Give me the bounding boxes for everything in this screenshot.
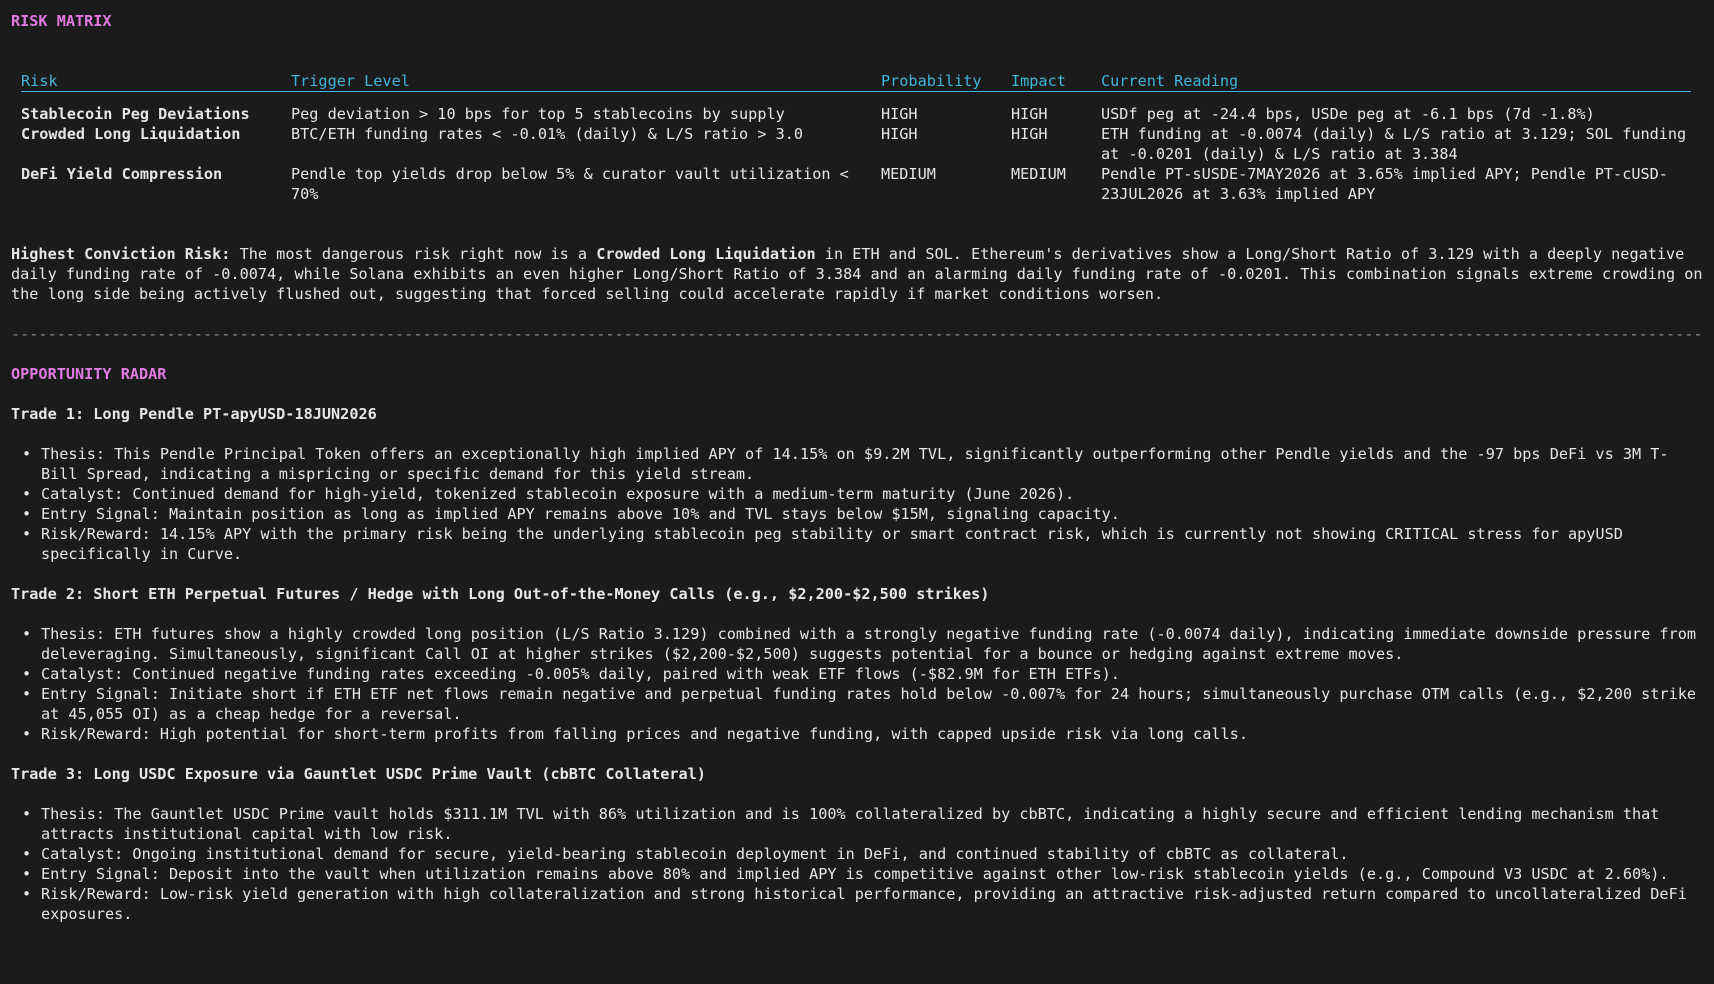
list-item: • Risk/Reward: Low-risk yield generation … xyxy=(11,884,1703,924)
opportunity-radar-title: OPPORTUNITY RADAR xyxy=(11,365,167,383)
table-row: DeFi Yield Compression Pendle top yields… xyxy=(21,164,1691,204)
conviction-label: Highest Conviction Risk: xyxy=(11,245,231,263)
list-item: • Thesis: This Pendle Principal Token off… xyxy=(11,444,1703,484)
row-trigger: BTC/ETH funding rates < -0.01% (daily) &… xyxy=(291,125,804,143)
bullet-icon: • xyxy=(22,805,32,823)
row-impact: MEDIUM xyxy=(1011,165,1066,183)
row-risk: Crowded Long Liquidation xyxy=(21,125,241,143)
list-item: • Entry Signal: Maintain position as long… xyxy=(11,504,1703,524)
list-item: • Risk/Reward: 14.15% APY with the primar… xyxy=(11,524,1703,564)
row-current-reading: ETH funding at -0.0074 (daily) & L/S rat… xyxy=(1101,125,1687,163)
list-item: • Thesis: ETH futures show a highly crowd… xyxy=(11,624,1703,664)
risk-matrix-title: RISK MATRIX xyxy=(11,12,112,30)
row-current-reading: Pendle PT-sUSDE-7MAY2026 at 3.65% implie… xyxy=(1101,165,1668,203)
risk-table: Risk Trigger Level Probability Impact Cu… xyxy=(21,71,1691,204)
header-risk: Risk xyxy=(21,72,58,90)
section-divider: ----------------------------------------… xyxy=(11,325,1703,343)
list-item: • Risk/Reward: High potential for short-t… xyxy=(11,724,1703,744)
bullet-icon: • xyxy=(22,445,32,463)
trade-bullet-list: • Thesis: The Gauntlet USDC Prime vault h… xyxy=(11,804,1703,924)
row-probability: HIGH xyxy=(881,125,918,143)
bullet-text: Thesis: This Pendle Principal Token offe… xyxy=(41,445,1669,483)
bullet-icon: • xyxy=(22,865,32,883)
highest-conviction-risk: Highest Conviction Risk: The most danger… xyxy=(11,244,1703,304)
bullet-text: Catalyst: Ongoing institutional demand f… xyxy=(41,845,1349,863)
table-row: Stablecoin Peg Deviations Peg deviation … xyxy=(21,104,1691,124)
row-risk: DeFi Yield Compression xyxy=(21,165,223,183)
bullet-icon: • xyxy=(22,525,32,543)
bullet-icon: • xyxy=(22,625,32,643)
bullet-icon: • xyxy=(22,885,32,903)
header-rule xyxy=(21,91,1691,92)
bullet-text: Risk/Reward: Low-risk yield generation w… xyxy=(41,885,1687,923)
header-probability: Probability xyxy=(881,72,982,90)
row-impact: HIGH xyxy=(1011,125,1048,143)
header-trigger-level: Trigger Level xyxy=(291,72,410,90)
bullet-text: Risk/Reward: 14.15% APY with the primary… xyxy=(41,525,1623,563)
bullet-text: Catalyst: Continued negative funding rat… xyxy=(41,665,1120,683)
terminal-output: RISK MATRIX Risk Trigger Level Probabili… xyxy=(11,11,1703,924)
row-current-reading: USDf peg at -24.4 bps, USDe peg at -6.1 … xyxy=(1101,105,1595,123)
bullet-text: Thesis: ETH futures show a highly crowde… xyxy=(41,625,1696,663)
bullet-text: Entry Signal: Deposit into the vault whe… xyxy=(41,865,1669,883)
trade-title: Trade 2: Short ETH Perpetual Futures / H… xyxy=(11,585,990,603)
bullet-icon: • xyxy=(22,845,32,863)
bullet-icon: • xyxy=(22,665,32,683)
bullet-text: Thesis: The Gauntlet USDC Prime vault ho… xyxy=(41,805,1660,843)
bullet-text: Catalyst: Continued demand for high-yiel… xyxy=(41,485,1075,503)
bullet-icon: • xyxy=(22,685,32,703)
row-probability: HIGH xyxy=(881,105,918,123)
list-item: • Thesis: The Gauntlet USDC Prime vault h… xyxy=(11,804,1703,844)
row-probability: MEDIUM xyxy=(881,165,936,183)
row-impact: HIGH xyxy=(1011,105,1048,123)
bullet-text: Risk/Reward: High potential for short-te… xyxy=(41,725,1248,743)
conviction-highlight: Crowded Long Liquidation xyxy=(596,245,816,263)
list-item: • Catalyst: Ongoing institutional demand … xyxy=(11,844,1703,864)
trade-title: Trade 3: Long USDC Exposure via Gauntlet… xyxy=(11,765,706,783)
row-trigger: Peg deviation > 10 bps for top 5 stablec… xyxy=(291,105,785,123)
bullet-icon: • xyxy=(22,725,32,743)
trade-bullet-list: • Thesis: ETH futures show a highly crowd… xyxy=(11,624,1703,744)
bullet-icon: • xyxy=(22,505,32,523)
conviction-text-1: The most dangerous risk right now is a xyxy=(230,245,597,263)
header-impact: Impact xyxy=(1011,72,1066,90)
trade-bullet-list: • Thesis: This Pendle Principal Token off… xyxy=(11,444,1703,564)
risk-table-header: Risk Trigger Level Probability Impact Cu… xyxy=(21,71,1691,91)
row-trigger: Pendle top yields drop below 5% & curato… xyxy=(291,165,849,203)
bullet-text: Entry Signal: Initiate short if ETH ETF … xyxy=(41,685,1696,723)
list-item: • Entry Signal: Initiate short if ETH ETF… xyxy=(11,684,1703,724)
list-item: • Catalyst: Continued negative funding ra… xyxy=(11,664,1703,684)
bullet-icon: • xyxy=(22,485,32,503)
row-risk: Stablecoin Peg Deviations xyxy=(21,105,250,123)
list-item: • Entry Signal: Deposit into the vault wh… xyxy=(11,864,1703,884)
table-row: Crowded Long Liquidation BTC/ETH funding… xyxy=(21,124,1691,164)
header-current-reading: Current Reading xyxy=(1101,72,1239,90)
trade-title: Trade 1: Long Pendle PT-apyUSD-18JUN2026 xyxy=(11,405,377,423)
list-item: • Catalyst: Continued demand for high-yie… xyxy=(11,484,1703,504)
bullet-text: Entry Signal: Maintain position as long … xyxy=(41,505,1120,523)
